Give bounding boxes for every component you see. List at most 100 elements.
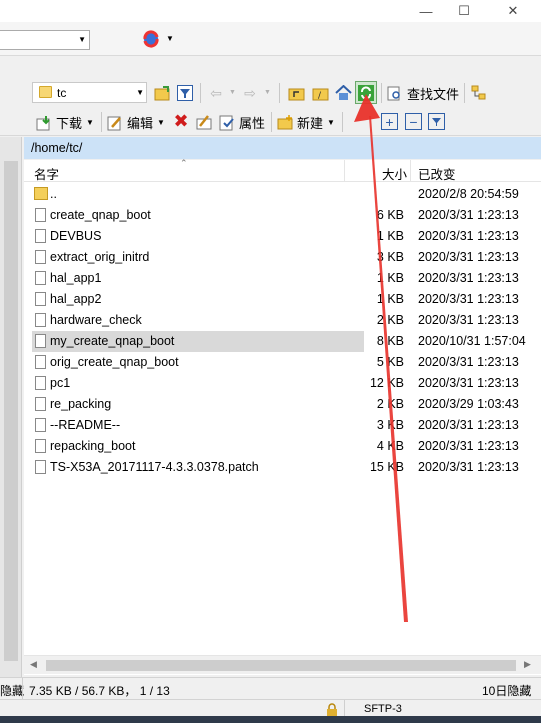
scroll-right-icon[interactable]: ▶ — [524, 659, 531, 670]
file-icon — [35, 271, 46, 285]
new-label: 新建 — [297, 116, 324, 131]
refresh-icon — [358, 84, 374, 101]
file-modified: 2020/3/31 1:23:13 — [418, 418, 519, 432]
column-size[interactable]: 大小 — [382, 164, 407, 183]
file-icon — [35, 355, 46, 369]
file-row[interactable]: hardware_check 2 KB 2020/3/31 1:23:13 — [24, 310, 541, 331]
title-bar: — ☐ ✕ — [0, 0, 541, 22]
file-row[interactable]: extract_orig_initrd 3 KB 2020/3/31 1:23:13 — [24, 247, 541, 268]
edit-button[interactable]: 编辑 ▼ — [107, 113, 165, 132]
file-modified: 2020/2/8 20:54:59 — [418, 187, 519, 201]
sync-icon[interactable] — [140, 29, 162, 49]
back-icon[interactable]: ⇦ — [206, 83, 226, 103]
file-modified: 2020/3/31 1:23:13 — [418, 313, 519, 327]
session-combo[interactable]: ▼ — [0, 30, 90, 50]
file-icon — [35, 229, 46, 243]
sort-ascending-icon: ⌃ — [180, 158, 188, 168]
chevron-down-icon[interactable]: ▼ — [166, 34, 174, 43]
maximize-button[interactable]: ☐ — [441, 0, 487, 22]
filter-icon[interactable] — [175, 83, 195, 103]
file-name-cell[interactable]: pc1 — [32, 373, 364, 394]
column-header: 名字 ⌃ 大小 已改变 — [24, 158, 541, 183]
path-toolbar: tc ▼ ⇦ ▼ ⇨ ▼ / 查找文件 — [0, 78, 541, 108]
session-toolbar: ▼ ▼ — [0, 22, 541, 56]
refresh-button[interactable] — [355, 81, 377, 104]
file-name-cell[interactable]: my_create_qnap_boot — [32, 331, 364, 352]
open-folder-icon[interactable] — [152, 83, 172, 103]
home-icon[interactable] — [333, 83, 353, 103]
tree-view-icon[interactable] — [469, 83, 489, 103]
file-row[interactable]: .. 2020/2/8 20:54:59 — [24, 184, 541, 205]
chevron-down-icon[interactable]: ▼ — [157, 118, 165, 127]
horizontal-scrollbar[interactable]: ◀ ▶ — [24, 655, 541, 674]
rename-icon[interactable] — [194, 112, 214, 132]
file-row[interactable]: --README-- 3 KB 2020/3/31 1:23:13 — [24, 415, 541, 436]
root-directory-icon[interactable]: / — [309, 83, 331, 103]
file-name: hal_app2 — [50, 292, 102, 306]
file-size: 4 KB — [376, 439, 404, 453]
file-modified: 2020/3/31 1:23:13 — [418, 439, 519, 453]
file-row[interactable]: re_packing 2 KB 2020/3/29 1:03:43 — [24, 394, 541, 415]
file-size: 6 KB — [376, 208, 404, 222]
folder-icon — [39, 86, 52, 98]
file-size: 3 KB — [376, 418, 404, 432]
file-modified: 2020/3/31 1:23:13 — [418, 292, 519, 306]
file-name-cell[interactable]: --README-- — [32, 415, 364, 436]
chevron-down-icon[interactable]: ▼ — [264, 89, 271, 96]
file-name-cell[interactable]: DEVBUS — [32, 226, 364, 247]
file-name-cell[interactable]: repacking_boot — [32, 436, 364, 457]
file-name-cell[interactable]: extract_orig_initrd — [32, 247, 364, 268]
directory-combo[interactable]: tc ▼ — [32, 82, 147, 103]
close-button[interactable]: ✕ — [490, 0, 536, 22]
chevron-down-icon[interactable]: ▼ — [86, 118, 94, 127]
chevron-down-icon[interactable]: ▼ — [327, 118, 335, 127]
file-size: 15 KB — [369, 460, 404, 474]
file-name-cell[interactable]: hal_app2 — [32, 289, 364, 310]
left-panel-scrollbar[interactable] — [0, 137, 22, 677]
lock-icon — [326, 703, 338, 716]
file-name-cell[interactable]: orig_create_qnap_boot — [32, 352, 364, 373]
file-row[interactable]: create_qnap_boot 6 KB 2020/3/31 1:23:13 — [24, 205, 541, 226]
scroll-left-icon[interactable]: ◀ — [30, 659, 37, 670]
download-button[interactable]: 下载 ▼ — [36, 113, 94, 132]
file-name-cell[interactable]: .. — [32, 184, 364, 205]
forward-icon[interactable]: ⇨ — [240, 83, 260, 103]
column-modified[interactable]: 已改变 — [418, 164, 456, 183]
file-row[interactable]: TS-X53A_20171117-4.3.3.0378.patch 15 KB 20… — [24, 457, 541, 478]
file-row[interactable]: DEVBUS 1 KB 2020/3/31 1:23:13 — [24, 226, 541, 247]
file-icon — [35, 208, 46, 222]
parent-directory-icon[interactable] — [285, 83, 307, 103]
file-name-cell[interactable]: hardware_check — [32, 310, 364, 331]
file-icon — [35, 334, 46, 348]
new-folder-icon — [277, 114, 293, 131]
scroll-thumb[interactable] — [46, 660, 516, 671]
file-row[interactable]: orig_create_qnap_boot 5 KB 2020/3/31 1:23:… — [24, 352, 541, 373]
edit-icon — [107, 115, 123, 131]
file-row[interactable]: hal_app2 1 KB 2020/3/31 1:23:13 — [24, 289, 541, 310]
file-icon — [35, 250, 46, 264]
column-name[interactable]: 名字 — [34, 164, 59, 183]
file-name: hal_app1 — [50, 271, 102, 285]
scroll-thumb[interactable] — [4, 161, 18, 661]
file-modified: 2020/3/31 1:23:13 — [418, 250, 519, 264]
file-row[interactable]: pc1 12 KB 2020/3/31 1:23:13 — [24, 373, 541, 394]
delete-icon[interactable]: ✖ — [172, 111, 190, 131]
file-size: 2 KB — [376, 313, 404, 327]
new-button[interactable]: 新建 ▼ — [277, 113, 335, 132]
chevron-down-icon[interactable]: ▼ — [229, 89, 236, 96]
chevron-down-icon: ▼ — [78, 35, 86, 44]
select-all-icon[interactable]: + — [381, 113, 398, 130]
file-row[interactable]: my_create_qnap_boot 8 KB 2020/10/31 1:57:0… — [24, 331, 541, 352]
file-name-cell[interactable]: create_qnap_boot — [32, 205, 364, 226]
file-icon — [35, 313, 46, 327]
file-name-cell[interactable]: hal_app1 — [32, 268, 364, 289]
download-icon — [36, 115, 52, 131]
file-row[interactable]: hal_app1 1 KB 2020/3/31 1:23:13 — [24, 268, 541, 289]
file-row[interactable]: repacking_boot 4 KB 2020/3/31 1:23:13 — [24, 436, 541, 457]
properties-button[interactable]: 属性 — [219, 113, 265, 132]
find-files-button[interactable]: 查找文件 — [387, 84, 459, 103]
file-name-cell[interactable]: re_packing — [32, 394, 364, 415]
filter-selection-icon[interactable] — [428, 113, 445, 130]
deselect-all-icon[interactable]: − — [405, 113, 422, 130]
file-name-cell[interactable]: TS-X53A_20171117-4.3.3.0378.patch — [32, 457, 364, 478]
